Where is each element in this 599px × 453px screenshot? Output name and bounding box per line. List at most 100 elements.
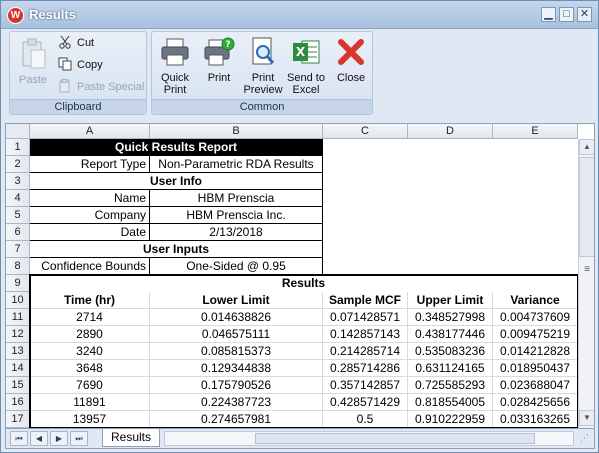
row-header[interactable]: 7 (6, 241, 30, 258)
date-value[interactable]: 2/13/2018 (150, 224, 323, 241)
table-cell[interactable]: 3648 (30, 360, 150, 377)
column-header-e[interactable]: E (493, 124, 578, 139)
copy-button[interactable]: Copy (58, 56, 103, 76)
close-button[interactable]: Close (330, 34, 372, 98)
table-cell[interactable]: 0.018950437 (493, 360, 578, 377)
results-header-upper-limit[interactable]: Upper Limit (408, 292, 493, 309)
paste-button[interactable]: Paste (12, 34, 54, 98)
company-label[interactable]: Company (30, 207, 150, 224)
paste-special-button[interactable]: Paste Special (58, 78, 144, 98)
date-label[interactable]: Date (30, 224, 150, 241)
table-cell[interactable]: 0.274657981 (150, 411, 323, 428)
first-sheet-button[interactable]: ⏮ (10, 431, 28, 446)
row-header[interactable]: 2 (6, 156, 30, 173)
table-cell[interactable]: 3240 (30, 343, 150, 360)
column-header-c[interactable]: C (323, 124, 408, 139)
results-title[interactable]: Results (30, 275, 578, 292)
table-cell[interactable]: 0.175790526 (150, 377, 323, 394)
row-header[interactable]: 3 (6, 173, 30, 190)
row-header[interactable]: 13 (6, 343, 30, 360)
scroll-thumb[interactable] (579, 157, 594, 257)
minimize-button[interactable]: ▁ (541, 7, 556, 22)
row-header[interactable]: 16 (6, 394, 30, 411)
previous-sheet-button[interactable]: ◀ (30, 431, 48, 446)
maximize-button[interactable]: □ (559, 7, 574, 22)
spreadsheet[interactable]: A B C D E 1 2 3 4 5 6 7 8 9 10 11 12 13 … (5, 123, 595, 429)
results-header-time[interactable]: Time (hr) (30, 292, 150, 309)
table-cell[interactable]: 0.009475219 (493, 326, 578, 343)
table-cell[interactable]: 0.142857143 (323, 326, 408, 343)
send-to-excel-button[interactable]: X Send to Excel (284, 34, 328, 98)
table-cell[interactable]: 0.285714286 (323, 360, 408, 377)
row-header[interactable]: 8 (6, 258, 30, 275)
row-header[interactable]: 12 (6, 326, 30, 343)
table-cell[interactable]: 13957 (30, 411, 150, 428)
name-label[interactable]: Name (30, 190, 150, 207)
table-cell[interactable]: 2714 (30, 309, 150, 326)
row-header[interactable]: 5 (6, 207, 30, 224)
resize-grip-icon[interactable]: ⋰ (580, 433, 592, 445)
row-header[interactable]: 4 (6, 190, 30, 207)
user-inputs-heading[interactable]: User Inputs (30, 241, 323, 258)
confidence-bounds-label[interactable]: Confidence Bounds (30, 258, 150, 275)
cut-button[interactable]: Cut (58, 34, 94, 54)
table-cell[interactable]: 0.631124165 (408, 360, 493, 377)
last-sheet-button[interactable]: ⏭ (70, 431, 88, 446)
row-header[interactable]: 17 (6, 411, 30, 428)
row-header[interactable]: 14 (6, 360, 30, 377)
table-cell[interactable]: 0.438177446 (408, 326, 493, 343)
table-cell[interactable]: 7690 (30, 377, 150, 394)
confidence-bounds-value[interactable]: One-Sided @ 0.95 (150, 258, 323, 275)
results-header-variance[interactable]: Variance (493, 292, 578, 309)
table-cell[interactable]: 11891 (30, 394, 150, 411)
sheet-tab-results[interactable]: Results (102, 429, 160, 447)
horizontal-scrollbar[interactable] (164, 431, 574, 446)
table-cell[interactable]: 0.046575111 (150, 326, 323, 343)
horizontal-scroll-thumb[interactable] (255, 433, 535, 444)
next-sheet-button[interactable]: ▶ (50, 431, 68, 446)
column-header-d[interactable]: D (408, 124, 493, 139)
scroll-down-button[interactable]: ▼ (579, 410, 594, 426)
table-cell[interactable]: 0.5 (323, 411, 408, 428)
table-cell[interactable]: 0.214285714 (323, 343, 408, 360)
table-cell[interactable]: 0.818554005 (408, 394, 493, 411)
name-value[interactable]: HBM Prenscia (150, 190, 323, 207)
table-cell[interactable]: 0.033163265 (493, 411, 578, 428)
table-cell[interactable]: 0.224387723 (150, 394, 323, 411)
company-value[interactable]: HBM Prenscia Inc. (150, 207, 323, 224)
print-preview-button[interactable]: Print Preview (242, 34, 284, 98)
row-header[interactable]: 6 (6, 224, 30, 241)
table-cell[interactable]: 0.028425656 (493, 394, 578, 411)
table-cell[interactable]: 0.535083236 (408, 343, 493, 360)
table-cell[interactable]: 0.071428571 (323, 309, 408, 326)
scroll-up-button[interactable]: ▲ (579, 139, 594, 155)
table-cell[interactable]: 0.129344838 (150, 360, 323, 377)
table-cell[interactable]: 0.910222959 (408, 411, 493, 428)
column-header-a[interactable]: A (30, 124, 150, 139)
table-cell[interactable]: 0.023688047 (493, 377, 578, 394)
report-title[interactable]: Quick Results Report (30, 139, 323, 156)
table-cell[interactable]: 0.725585293 (408, 377, 493, 394)
print-button[interactable]: ? Print (198, 34, 240, 98)
close-window-button[interactable]: ✕ (577, 7, 592, 22)
row-header[interactable]: 1 (6, 139, 30, 156)
row-header[interactable]: 10 (6, 292, 30, 309)
quick-print-button[interactable]: Quick Print (154, 34, 196, 98)
table-cell[interactable]: 0.348527998 (408, 309, 493, 326)
row-header[interactable]: 11 (6, 309, 30, 326)
results-header-lower-limit[interactable]: Lower Limit (150, 292, 323, 309)
row-header[interactable]: 9 (6, 275, 30, 292)
select-all-corner[interactable] (6, 124, 30, 139)
table-cell[interactable]: 2890 (30, 326, 150, 343)
table-cell[interactable]: 0.014638826 (150, 309, 323, 326)
table-cell[interactable]: 0.085815373 (150, 343, 323, 360)
results-header-sample-mcf[interactable]: Sample MCF (323, 292, 408, 309)
column-header-b[interactable]: B (150, 124, 323, 139)
vertical-scrollbar[interactable]: ▲ ≡ ▼ (578, 139, 594, 428)
report-type-label[interactable]: Report Type (30, 156, 150, 173)
table-cell[interactable]: 0.428571429 (323, 394, 408, 411)
report-type-value[interactable]: Non-Parametric RDA Results (150, 156, 323, 173)
split-grip-icon[interactable]: ≡ (579, 263, 594, 277)
user-info-heading[interactable]: User Info (30, 173, 323, 190)
row-header[interactable]: 15 (6, 377, 30, 394)
